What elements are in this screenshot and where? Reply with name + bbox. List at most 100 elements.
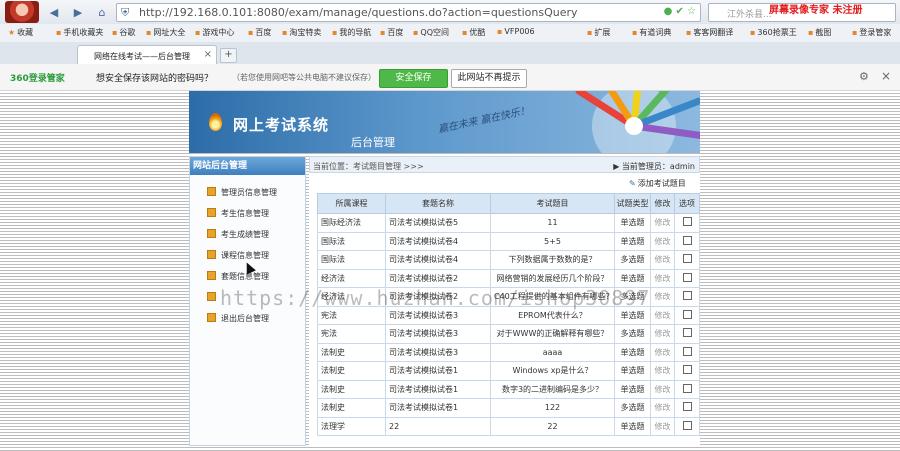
tab-title: 网络在线考试——后台管理 [94,52,190,61]
search-placeholder: 江外杀县... [727,10,772,20]
question-cell: 11 [490,213,615,233]
select-cell [674,250,700,270]
edit-link[interactable]: 修改 [650,398,675,418]
course-cell: 宪法 [317,324,386,344]
close-icon[interactable]: × [881,69,891,83]
shield-icon: ⛨ [121,6,130,19]
back-icon[interactable]: ◀ [46,4,62,20]
edit-link[interactable]: 修改 [650,361,675,381]
tab-active[interactable]: 网络在线考试——后台管理 × [77,45,217,65]
edit-link[interactable]: 修改 [650,250,675,270]
edit-link[interactable]: 修改 [650,342,675,362]
favorite-item[interactable]: ▪ QQ空间 [413,27,449,38]
add-question-link[interactable]: ✎ 添加考试题目 [629,178,686,189]
sidebar-item-students[interactable]: 考生信息管理 [207,208,269,219]
select-cell [674,305,700,325]
favorite-item[interactable]: ▪ 优酷 [462,27,485,38]
sidebar-item-courses[interactable]: 课程信息管理 [207,250,269,261]
row-checkbox[interactable] [682,420,692,430]
edit-link[interactable]: 修改 [650,305,675,325]
course-cell: 法制史 [317,379,386,399]
extension-item[interactable]: ▪ 有道词典 [632,27,671,38]
extension-item[interactable]: ▪ 扩展 [587,27,610,38]
close-icon[interactable]: × [204,49,212,60]
favorite-item[interactable]: ▪ 百度 [248,27,271,38]
sidebar-item-sets[interactable]: 套题信息管理 [207,271,269,282]
new-tab-button[interactable]: + [220,48,237,63]
row-checkbox[interactable] [682,346,692,356]
forward-icon[interactable]: ▶ [70,4,86,20]
sidebar-item-logout[interactable]: 退出后台管理 [207,313,269,324]
home-icon[interactable]: ⌂ [94,4,110,20]
favorite-item[interactable]: ▪ 百度 [380,27,403,38]
course-cell: 经济法 [317,268,386,288]
sidebar-item-questions[interactable] [207,292,221,302]
url-watermark: https://www.huzhan.com/ishop30897 [220,286,651,310]
folder-icon [207,313,216,322]
sidebar-item-admins[interactable]: 管理员信息管理 [207,187,277,198]
row-checkbox[interactable] [682,328,692,338]
url-text[interactable]: http://192.168.0.101:8080/exam/manage/qu… [139,6,578,19]
breadcrumb: 当前位置：考试题目管理 >>> ▶ 当前管理员：admin [309,156,700,173]
edit-link[interactable]: 修改 [650,379,675,399]
address-bar[interactable]: ⛨ http://192.168.0.101:8080/exam/manage/… [116,3,701,22]
user-avatar[interactable] [5,1,39,23]
row-checkbox[interactable] [682,217,692,227]
edit-link[interactable]: 修改 [650,416,675,436]
edit-link[interactable]: 修改 [650,268,675,288]
favorite-item[interactable]: ▪ 网址大全 [146,27,185,38]
row-checkbox[interactable] [682,402,692,412]
edit-link[interactable]: 修改 [650,324,675,344]
browser-titlebar: ◀ ▶ ⌂ ⛨ http://192.168.0.101:8080/exam/m… [0,0,900,25]
type-cell: 单选题 [614,213,651,233]
extension-item[interactable]: ▪ 登录管家 [852,27,891,38]
folder-icon [207,292,216,301]
password-save-bar: 360登录管家 想安全保存该网站的密码吗？ （若您使用网吧等公共电脑不建议保存）… [0,64,900,91]
favorite-item[interactable]: ▪ 手机收藏夹 [56,27,103,38]
favorite-item[interactable]: ▪ 淘宝特卖 [282,27,321,38]
never-prompt-button[interactable]: 此网站不再提示 [451,69,527,88]
folder-icon [207,208,216,217]
sidebar-item-scores[interactable]: 考生成绩管理 [207,229,269,240]
favorite-item[interactable]: ▪ VFP006 [497,27,535,36]
set-cell: 司法考试模拟试卷1 [385,379,491,399]
site-banner: 网上考试系统 后台管理 赢在未来 赢在快乐！ [189,91,700,153]
table-row: 国际法 司法考试模拟试卷4 5+5 单选题 修改 [317,231,700,251]
row-checkbox[interactable] [682,254,692,264]
extension-item[interactable]: ▪ 360抢票王 [750,27,797,38]
question-cell: 5+5 [490,231,615,251]
row-checkbox[interactable] [682,309,692,319]
column-header: 试题类型 [614,193,651,214]
select-cell [674,324,700,344]
extension-item[interactable]: ▪ 截图 [808,27,831,38]
row-checkbox[interactable] [682,365,692,375]
flame-logo-icon [209,113,222,131]
row-checkbox[interactable] [682,291,692,301]
row-checkbox[interactable] [682,383,692,393]
column-header: 选项 [674,193,700,214]
security-icons[interactable]: ● ✔ ☆ [664,6,696,17]
column-header: 套题名称 [385,193,491,214]
table-row: 法制史 司法考试模拟试卷3 aaaa 单选题 修改 [317,342,700,362]
folder-icon [207,250,216,259]
row-checkbox[interactable] [682,272,692,282]
favorite-item[interactable]: ▪ 我的导航 [332,27,371,38]
favorite-item[interactable]: ★ 收藏 [8,27,33,38]
recorder-watermark: 屏幕录像专家 未注册 [769,5,863,16]
type-cell: 单选题 [614,268,651,288]
extension-item[interactable]: ▪ 客客网翻译 [686,27,733,38]
table-row: 经济法 司法考试模拟试卷2 网络营销的发展经历几个阶段？ 单选题 修改 [317,268,700,288]
safe-save-button[interactable]: 安全保存 [379,69,448,88]
favorite-item[interactable]: ▪ 谷歌 [112,27,135,38]
gear-icon[interactable]: ⚙ [859,70,869,83]
edit-link[interactable]: 修改 [650,287,675,307]
edit-link[interactable]: 修改 [650,213,675,233]
favorite-item[interactable]: ▪ 游戏中心 [195,27,234,38]
question-cell: aaaa [490,342,615,362]
type-cell: 多选题 [614,250,651,270]
column-header: 所属课程 [317,193,386,214]
edit-link[interactable]: 修改 [650,231,675,251]
course-cell: 法制史 [317,398,386,418]
table-row: 法理学 22 22 单选题 修改 [317,416,700,436]
row-checkbox[interactable] [682,235,692,245]
